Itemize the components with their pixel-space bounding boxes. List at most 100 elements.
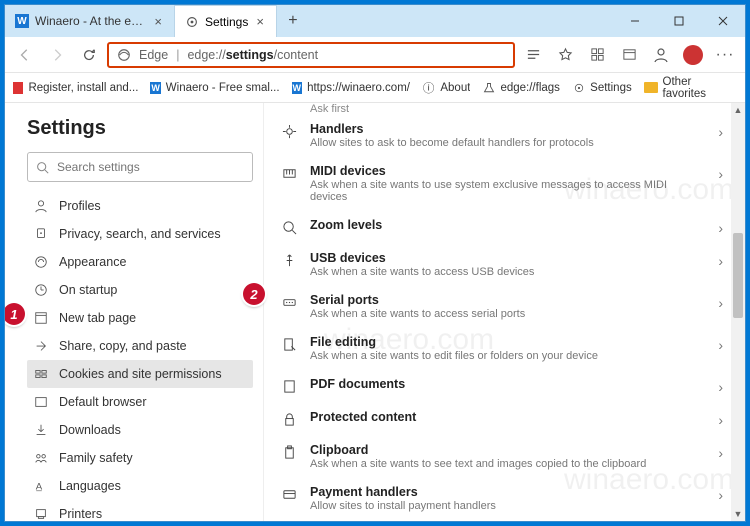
permission-row-midi-devices[interactable]: MIDI devicesAsk when a site wants to use… [276,157,727,211]
settings-main: winaero.com winaero.com winaero.com Ask … [263,103,745,521]
permission-row-media-autoplay[interactable]: Media autoplay› [276,520,727,521]
permission-row-payment-handlers[interactable]: Payment handlersAllow sites to install p… [276,478,727,520]
collections-button[interactable] [615,41,643,69]
gear-icon [185,15,199,29]
tab-settings[interactable]: Settings × [175,5,277,37]
permission-icon [280,122,298,139]
close-icon[interactable]: × [152,14,164,29]
chevron-right-icon: › [718,122,723,140]
permission-row-zoom-levels[interactable]: Zoom levels › [276,211,727,244]
menu-button[interactable]: ··· [711,41,739,69]
address-bar[interactable]: Edge | edge://settings/content [107,42,515,68]
tab-label: Settings [205,15,248,29]
favorite-button[interactable] [551,41,579,69]
permission-title: USB devices [310,251,706,265]
scroll-thumb[interactable] [733,233,743,318]
search-icon [36,161,49,174]
new-tab-button[interactable]: + [277,5,309,37]
permission-row-usb-devices[interactable]: USB devicesAsk when a site wants to acce… [276,244,727,286]
nav-icon: A̲ [33,479,49,493]
address-scheme: Edge [139,48,168,62]
nav-icon [33,395,49,409]
maximize-button[interactable] [657,5,701,37]
chevron-right-icon: › [718,164,723,182]
close-icon[interactable]: × [254,14,266,29]
permission-row-serial-ports[interactable]: Serial portsAsk when a site wants to acc… [276,286,727,328]
bookmark-item[interactable]: edge://flags [482,81,560,95]
sidebar-item-languages[interactable]: A̲ Languages [27,472,253,500]
refresh-button[interactable] [75,41,103,69]
permission-icon [280,443,298,460]
bookmark-item[interactable]: Register, install and... [13,82,138,94]
permission-icon [280,335,298,352]
nav-icon [33,227,49,241]
permission-row-file-editing[interactable]: File editingAsk when a site wants to edi… [276,328,727,370]
scroll-up-icon[interactable]: ▲ [731,103,745,117]
permission-icon [280,377,298,394]
sidebar-item-printers[interactable]: Printers [27,500,253,521]
permission-row-handlers[interactable]: HandlersAllow sites to ask to become def… [276,115,727,157]
permission-desc: Allow sites to install payment handlers [310,500,706,512]
permission-title: Handlers [310,122,706,136]
nav-icon [33,339,49,353]
nav-icon [33,451,49,465]
sidebar-item-share-copy-and-paste[interactable]: Share, copy, and paste [27,332,253,360]
nav-icon [33,423,49,437]
sidebar-item-on-startup[interactable]: On startup [27,276,253,304]
close-button[interactable] [701,5,745,37]
bookmark-item[interactable]: Settings [572,81,632,95]
sidebar-item-default-browser[interactable]: Default browser [27,388,253,416]
chevron-right-icon: › [718,335,723,353]
sidebar-item-appearance[interactable]: Appearance [27,248,253,276]
sidebar-item-privacy-search-and-services[interactable]: Privacy, search, and services [27,220,253,248]
chevron-right-icon: › [718,251,723,269]
search-settings[interactable] [27,152,253,182]
nav-label: On startup [59,283,117,297]
sidebar-item-downloads[interactable]: Downloads [27,416,253,444]
chevron-right-icon: › [718,485,723,503]
chevron-right-icon: › [718,218,723,236]
permission-title: Payment handlers [310,485,706,499]
sidebar-item-cookies-and-site-permissions[interactable]: Cookies and site permissions [27,360,253,388]
bookmark-item[interactable]: WWinaero - Free smal... [150,82,279,94]
permission-icon [280,410,298,427]
permissions-list: Ask first HandlersAllow sites to ask to … [264,103,745,521]
read-aloud-button[interactable] [519,41,547,69]
nav-label: Appearance [59,255,126,269]
chevron-right-icon: › [718,377,723,395]
scrollbar[interactable]: ▲ ▼ [731,103,745,521]
back-button[interactable] [11,41,39,69]
extension-button[interactable] [679,41,707,69]
bookmark-item[interactable]: Whttps://winaero.com/ [292,82,410,94]
settings-nav: ProfilesPrivacy, search, and services App… [27,192,253,521]
permission-row-clipboard[interactable]: ClipboardAsk when a site wants to see te… [276,436,727,478]
profile-button[interactable] [647,41,675,69]
minimize-button[interactable] [613,5,657,37]
chevron-right-icon: › [718,410,723,428]
annotation-marker-2: 2 [243,283,265,305]
toolbar: Edge | edge://settings/content ··· [5,37,745,73]
permission-row-protected-content[interactable]: Protected content› [276,403,727,436]
forward-button[interactable] [43,41,71,69]
permission-icon [280,485,298,502]
permission-icon [280,218,298,235]
permission-desc: Ask when a site wants to edit files or f… [310,350,706,362]
scroll-down-icon[interactable]: ▼ [731,507,745,521]
permission-title: Zoom levels [310,218,706,232]
permission-icon [280,251,298,268]
separator: | [176,48,179,62]
bookmarks-bar: Register, install and... WWinaero - Free… [5,73,745,103]
sidebar-item-new-tab-page[interactable]: New tab page [27,304,253,332]
nav-icon [33,283,49,297]
favicon-winaero: W [15,14,29,28]
sidebar-item-profiles[interactable]: Profiles [27,192,253,220]
sidebar-item-family-safety[interactable]: Family safety [27,444,253,472]
other-favorites[interactable]: Other favorites [644,76,737,100]
nav-label: Languages [59,479,121,493]
bookmark-item[interactable]: ⓘAbout [422,81,470,95]
tab-winaero[interactable]: W Winaero - At the edge of tweaking × [5,5,175,37]
search-input[interactable] [57,160,244,174]
permission-title: MIDI devices [310,164,706,178]
favorites-list-button[interactable] [583,41,611,69]
permission-row-pdf-documents[interactable]: PDF documents› [276,370,727,403]
